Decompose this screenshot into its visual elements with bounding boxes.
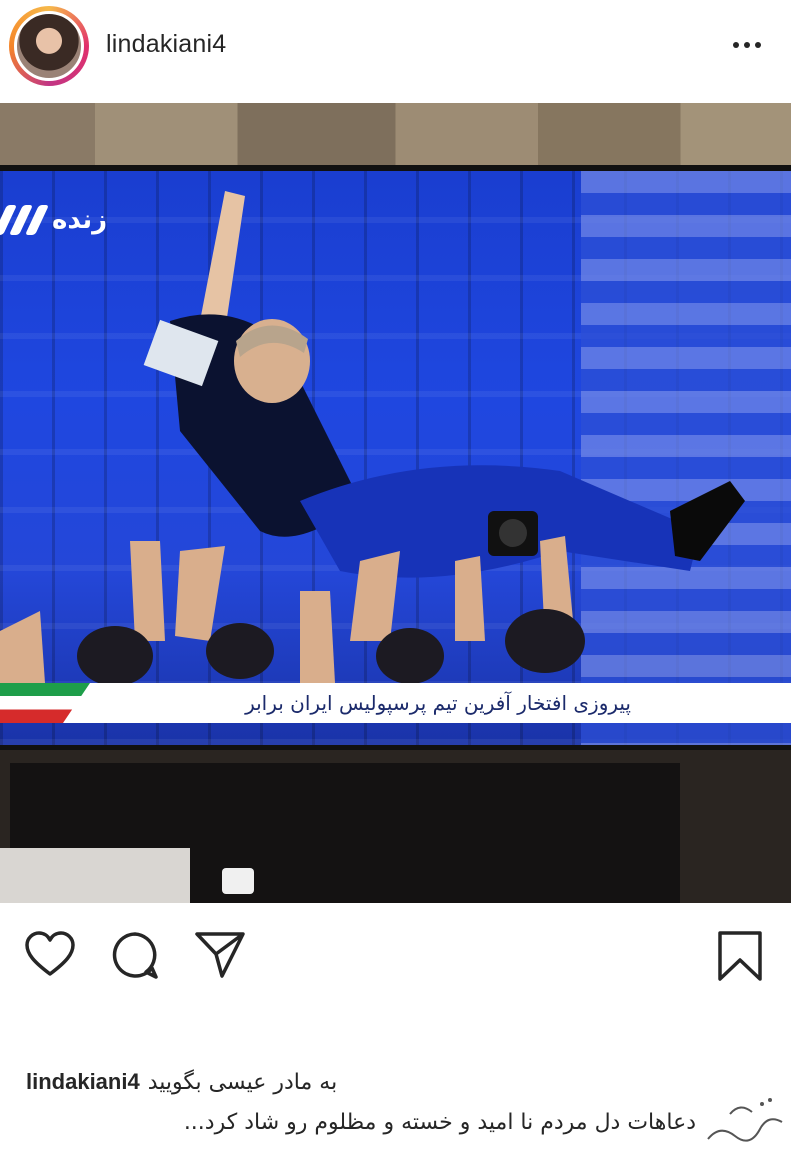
caption-text-1: به مادر عیسی بگویید: [147, 1070, 338, 1095]
send-icon[interactable]: [194, 930, 246, 980]
tv-screen: زنده پیروزی افتخار آفرین تیم پرسپولیس ای…: [0, 171, 791, 745]
white-box: [0, 848, 190, 903]
ticker-text: پیروزی افتخار آفرین تیم پرسپولیس ایران ب…: [245, 691, 631, 715]
avatar-story-ring[interactable]: [9, 6, 89, 86]
news-ticker: پیروزی افتخار آفرین تیم پرسپولیس ایران ب…: [0, 683, 791, 723]
post-image[interactable]: زنده پیروزی افتخار آفرین تیم پرسپولیس ای…: [0, 103, 791, 903]
power-plug: [222, 868, 254, 894]
watermark-logo: [707, 1098, 783, 1142]
post-caption: lindakiani4 به مادر عیسی بگویید دعاهات د…: [26, 1066, 776, 1139]
caption-text-2: دعاهات دل مردم نا امید و خسته و مظلوم رو…: [183, 1110, 696, 1135]
television: زنده پیروزی افتخار آفرین تیم پرسپولیس ای…: [0, 165, 791, 750]
post-header: lindakiani4: [0, 0, 791, 100]
iran-flag-icon: [0, 683, 90, 723]
stone-wall: [0, 103, 791, 165]
heart-icon[interactable]: [24, 930, 76, 978]
celebration-scene: [0, 191, 745, 686]
caption-username[interactable]: lindakiani4: [26, 1066, 140, 1098]
post-username[interactable]: lindakiani4: [106, 30, 226, 59]
more-dots-icon[interactable]: [733, 35, 767, 55]
caption-line-1: lindakiani4 به مادر عیسی بگویید: [26, 1066, 776, 1099]
bookmark-icon[interactable]: [716, 930, 764, 982]
avatar[interactable]: [14, 11, 84, 81]
comment-icon[interactable]: [110, 930, 160, 980]
action-bar: [0, 903, 791, 1013]
